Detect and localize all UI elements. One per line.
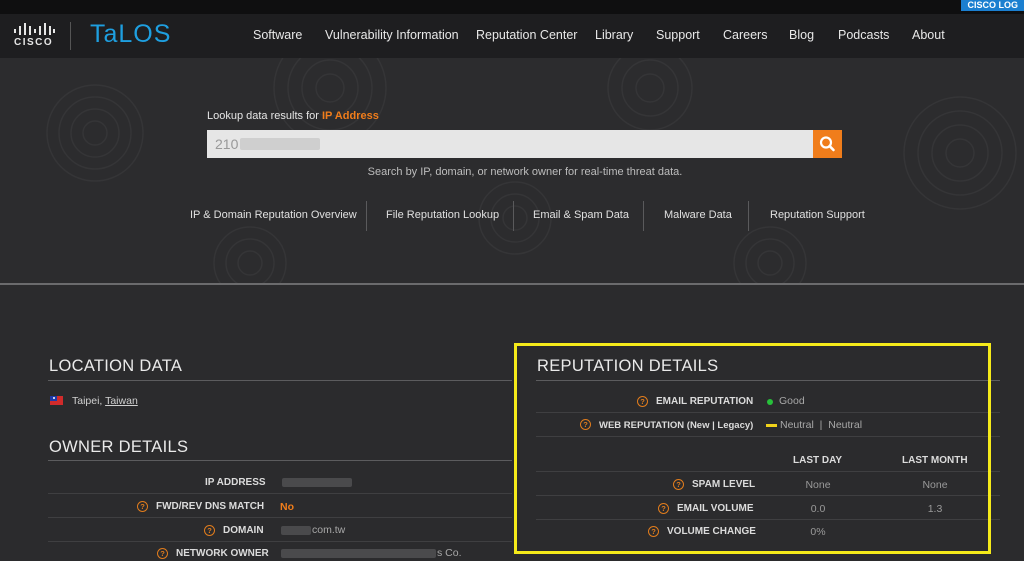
row-divider	[48, 517, 512, 518]
domain-value: com.tw	[312, 524, 346, 536]
subnav-file-reputation[interactable]: File Reputation Lookup	[386, 209, 499, 221]
subnav-separator	[366, 201, 367, 231]
lookup-hero: Lookup data results for IP Address Searc…	[0, 58, 1024, 284]
subnav-ip-domain-reputation[interactable]: IP & Domain Reputation Overview	[190, 209, 357, 221]
redacted-domain	[281, 526, 311, 535]
dns-match-value: No	[280, 501, 294, 513]
nav-library[interactable]: Library	[595, 28, 633, 42]
owner-title: OWNER DETAILS	[49, 438, 189, 456]
flag-canton	[50, 396, 57, 401]
search-icon	[819, 136, 835, 152]
help-icon[interactable]: ?	[137, 501, 148, 512]
nav-careers[interactable]: Careers	[723, 28, 767, 42]
subnav-separator	[748, 201, 749, 231]
help-icon[interactable]: ?	[157, 548, 168, 559]
top-bar: CISCO LOG	[0, 0, 1024, 14]
nav-vulnerability-information[interactable]: Vulnerability Information	[325, 28, 459, 42]
subnav-email-spam[interactable]: Email & Spam Data	[533, 209, 629, 221]
lookup-label-prefix: Lookup data results for	[207, 110, 322, 122]
nav-support[interactable]: Support	[656, 28, 700, 42]
location-city: Taipei,	[72, 395, 106, 407]
domain-label: DOMAIN	[223, 525, 264, 536]
nav-podcasts[interactable]: Podcasts	[838, 28, 889, 42]
nav-about[interactable]: About	[912, 28, 945, 42]
nav-blog[interactable]: Blog	[789, 28, 814, 42]
location-divider	[48, 380, 512, 381]
talos-logo[interactable]: TaLOS	[90, 20, 171, 49]
cisco-logo[interactable]: CISCO	[11, 23, 56, 51]
logo-divider	[70, 22, 71, 50]
location-country-link[interactable]: Taiwan	[105, 395, 138, 407]
redacted-network-owner	[281, 549, 436, 558]
row-divider	[48, 493, 512, 494]
network-owner-label: NETWORK OWNER	[176, 548, 269, 559]
taiwan-flag-icon	[50, 396, 63, 405]
location-value: Taipei, Taiwan	[72, 395, 138, 407]
row-divider	[48, 541, 512, 542]
help-icon[interactable]: ?	[204, 525, 215, 536]
subnav-reputation-support[interactable]: Reputation Support	[770, 209, 865, 221]
lookup-type: IP Address	[321, 110, 379, 122]
sub-nav: IP & Domain Reputation Overview File Rep…	[0, 201, 1024, 231]
dns-match-label: FWD/REV DNS MATCH	[156, 501, 265, 512]
location-title: LOCATION DATA	[49, 357, 183, 375]
redacted-ip-address	[282, 478, 352, 487]
nav-software[interactable]: Software	[253, 28, 302, 42]
flag-sun	[52, 397, 55, 399]
ip-address-label: IP ADDRESS	[205, 477, 266, 488]
redacted-ip	[240, 138, 320, 150]
search-button[interactable]	[813, 130, 842, 158]
subnav-separator	[643, 201, 644, 231]
network-owner-value: s Co.	[437, 547, 462, 559]
search-box	[207, 130, 813, 158]
site-header: CISCO TaLOS Software Vulnerability Infor…	[0, 14, 1024, 58]
owner-divider	[48, 460, 512, 461]
subnav-separator	[513, 201, 514, 231]
highlight-annotation	[514, 343, 991, 554]
search-hint: Search by IP, domain, or network owner f…	[367, 166, 683, 178]
cisco-wordmark: CISCO	[14, 37, 54, 48]
cisco-bars-icon	[14, 23, 55, 35]
subnav-malware-data[interactable]: Malware Data	[664, 209, 732, 221]
lookup-label: Lookup data results for IP Address	[207, 110, 379, 122]
nav-reputation-center[interactable]: Reputation Center	[476, 28, 577, 42]
cisco-login-link[interactable]: CISCO LOG	[961, 0, 1024, 11]
